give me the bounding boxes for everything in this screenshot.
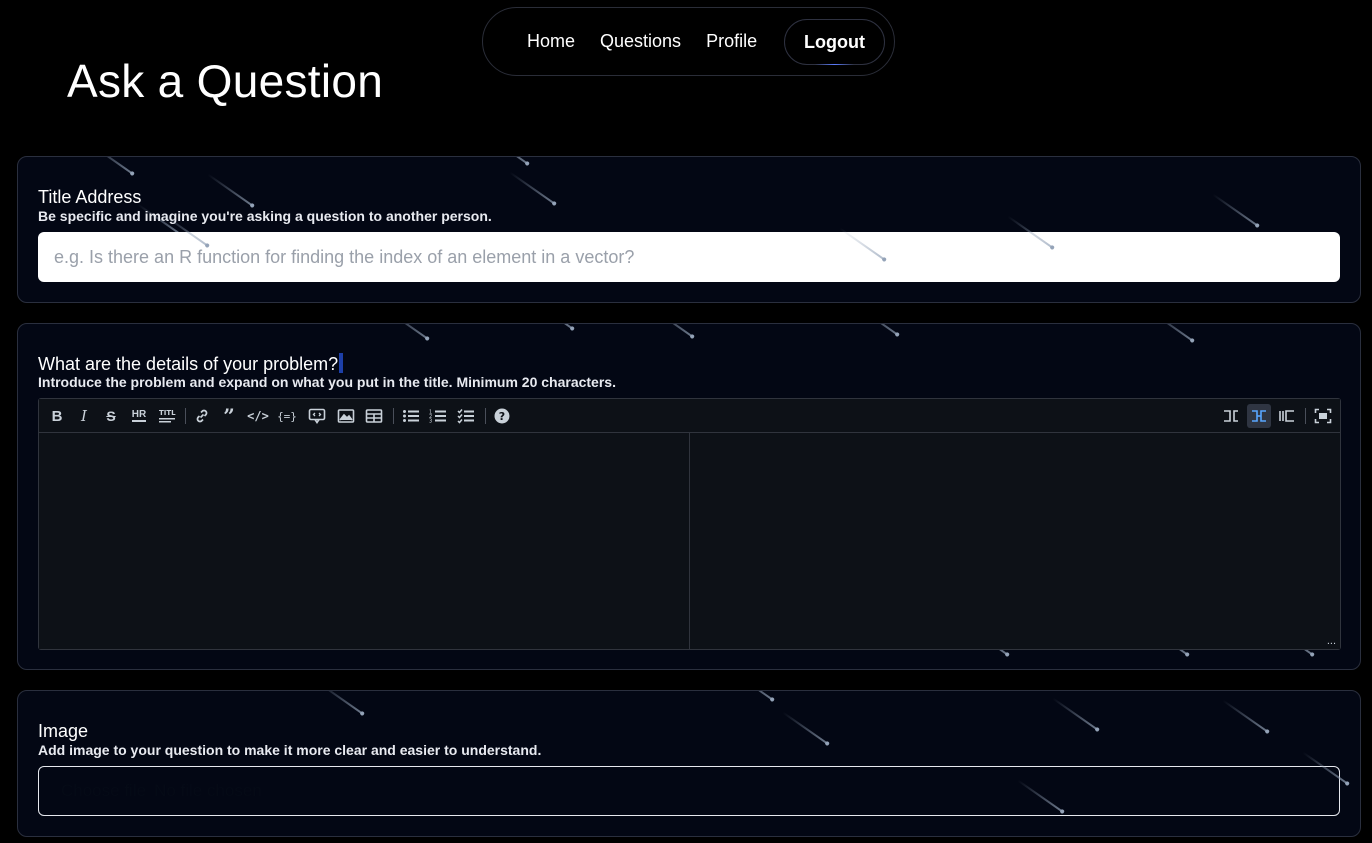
toolbar-separator bbox=[485, 408, 486, 424]
meteor-decoration bbox=[382, 324, 429, 340]
file-input[interactable]: Choose file No file chosen bbox=[38, 766, 1340, 816]
svg-text:TITL: TITL bbox=[159, 409, 176, 417]
unordered-list-icon[interactable] bbox=[399, 404, 423, 428]
comment-icon[interactable] bbox=[305, 404, 329, 428]
meteor-decoration bbox=[727, 691, 774, 701]
logout-button[interactable]: Logout bbox=[784, 19, 885, 65]
meteor-decoration bbox=[1147, 324, 1194, 342]
italic-icon[interactable]: I bbox=[72, 404, 96, 428]
choose-file-button[interactable]: Choose file bbox=[61, 781, 146, 801]
meteor-decoration bbox=[1222, 699, 1269, 733]
title-card: Title Address Be specific and imagine yo… bbox=[17, 156, 1361, 303]
nav-profile-link[interactable]: Profile bbox=[706, 31, 757, 52]
image-card: Image Add image to your question to make… bbox=[17, 690, 1361, 837]
live-mode-icon[interactable] bbox=[1247, 404, 1271, 428]
page-title: Ask a Question bbox=[67, 55, 384, 107]
bold-icon[interactable]: B bbox=[45, 404, 69, 428]
help-icon[interactable]: ? bbox=[490, 404, 514, 428]
svg-text:?: ? bbox=[499, 410, 505, 423]
strikethrough-icon[interactable]: S bbox=[99, 404, 123, 428]
checked-list-icon[interactable] bbox=[454, 404, 478, 428]
editor-input-pane[interactable] bbox=[39, 433, 690, 649]
ordered-list-icon[interactable]: 123 bbox=[426, 404, 450, 428]
table-icon[interactable] bbox=[362, 404, 386, 428]
code-icon[interactable]: </> bbox=[246, 404, 270, 428]
image-hint: Add image to your question to make it mo… bbox=[38, 742, 542, 758]
details-label-text: What are the details of your problem? bbox=[38, 354, 339, 374]
meteor-decoration bbox=[207, 173, 254, 207]
preview-mode-icon[interactable] bbox=[1275, 404, 1299, 428]
editor-preview-pane bbox=[691, 433, 1340, 649]
fullscreen-icon[interactable] bbox=[1311, 404, 1335, 428]
hr-icon[interactable]: HR bbox=[127, 404, 151, 428]
image-icon[interactable] bbox=[334, 404, 358, 428]
meteor-decoration bbox=[482, 157, 529, 165]
link-icon[interactable] bbox=[190, 404, 214, 428]
meteor-decoration bbox=[1212, 193, 1259, 227]
edit-mode-icon[interactable] bbox=[1219, 404, 1243, 428]
title-hint: Be specific and imagine you're asking a … bbox=[38, 208, 492, 224]
toolbar-separator bbox=[1305, 408, 1306, 424]
file-status: No file chosen bbox=[154, 781, 262, 800]
toolbar-separator bbox=[185, 408, 186, 424]
nav-questions-link[interactable]: Questions bbox=[600, 31, 681, 52]
meteor-decoration bbox=[87, 157, 134, 175]
title-label: Title Address bbox=[38, 187, 142, 207]
code-block-icon[interactable]: {=} bbox=[275, 404, 299, 428]
meteor-decoration bbox=[647, 324, 694, 338]
meteor-decoration bbox=[852, 324, 899, 336]
details-card: What are the details of your problem? In… bbox=[17, 323, 1361, 670]
meteor-decoration bbox=[317, 691, 364, 715]
title-icon[interactable]: TITL bbox=[155, 404, 179, 428]
title-input[interactable] bbox=[38, 232, 1340, 282]
svg-text:3: 3 bbox=[429, 419, 432, 425]
markdown-editor: B I S HR TITL ” </> {=} 1 2 3 ? ... bbox=[38, 398, 1341, 650]
meteor-decoration bbox=[1052, 697, 1099, 731]
resize-handle[interactable]: ... bbox=[1327, 635, 1336, 647]
details-label: What are the details of your problem? bbox=[38, 353, 344, 375]
image-label: Image bbox=[38, 721, 89, 741]
text-cursor bbox=[339, 353, 344, 373]
meteor-decoration bbox=[509, 171, 556, 205]
nav-home-link[interactable]: Home bbox=[527, 31, 575, 52]
toolbar-separator bbox=[393, 408, 394, 424]
meteor-decoration bbox=[527, 324, 574, 330]
editor-toolbar: B I S HR TITL ” </> {=} 1 2 3 ? bbox=[39, 399, 1340, 433]
meteor-decoration bbox=[782, 711, 829, 745]
details-hint: Introduce the problem and expand on what… bbox=[38, 374, 616, 390]
quote-icon[interactable]: ” bbox=[217, 404, 241, 428]
top-nav: Home Questions Profile Logout bbox=[482, 7, 895, 76]
